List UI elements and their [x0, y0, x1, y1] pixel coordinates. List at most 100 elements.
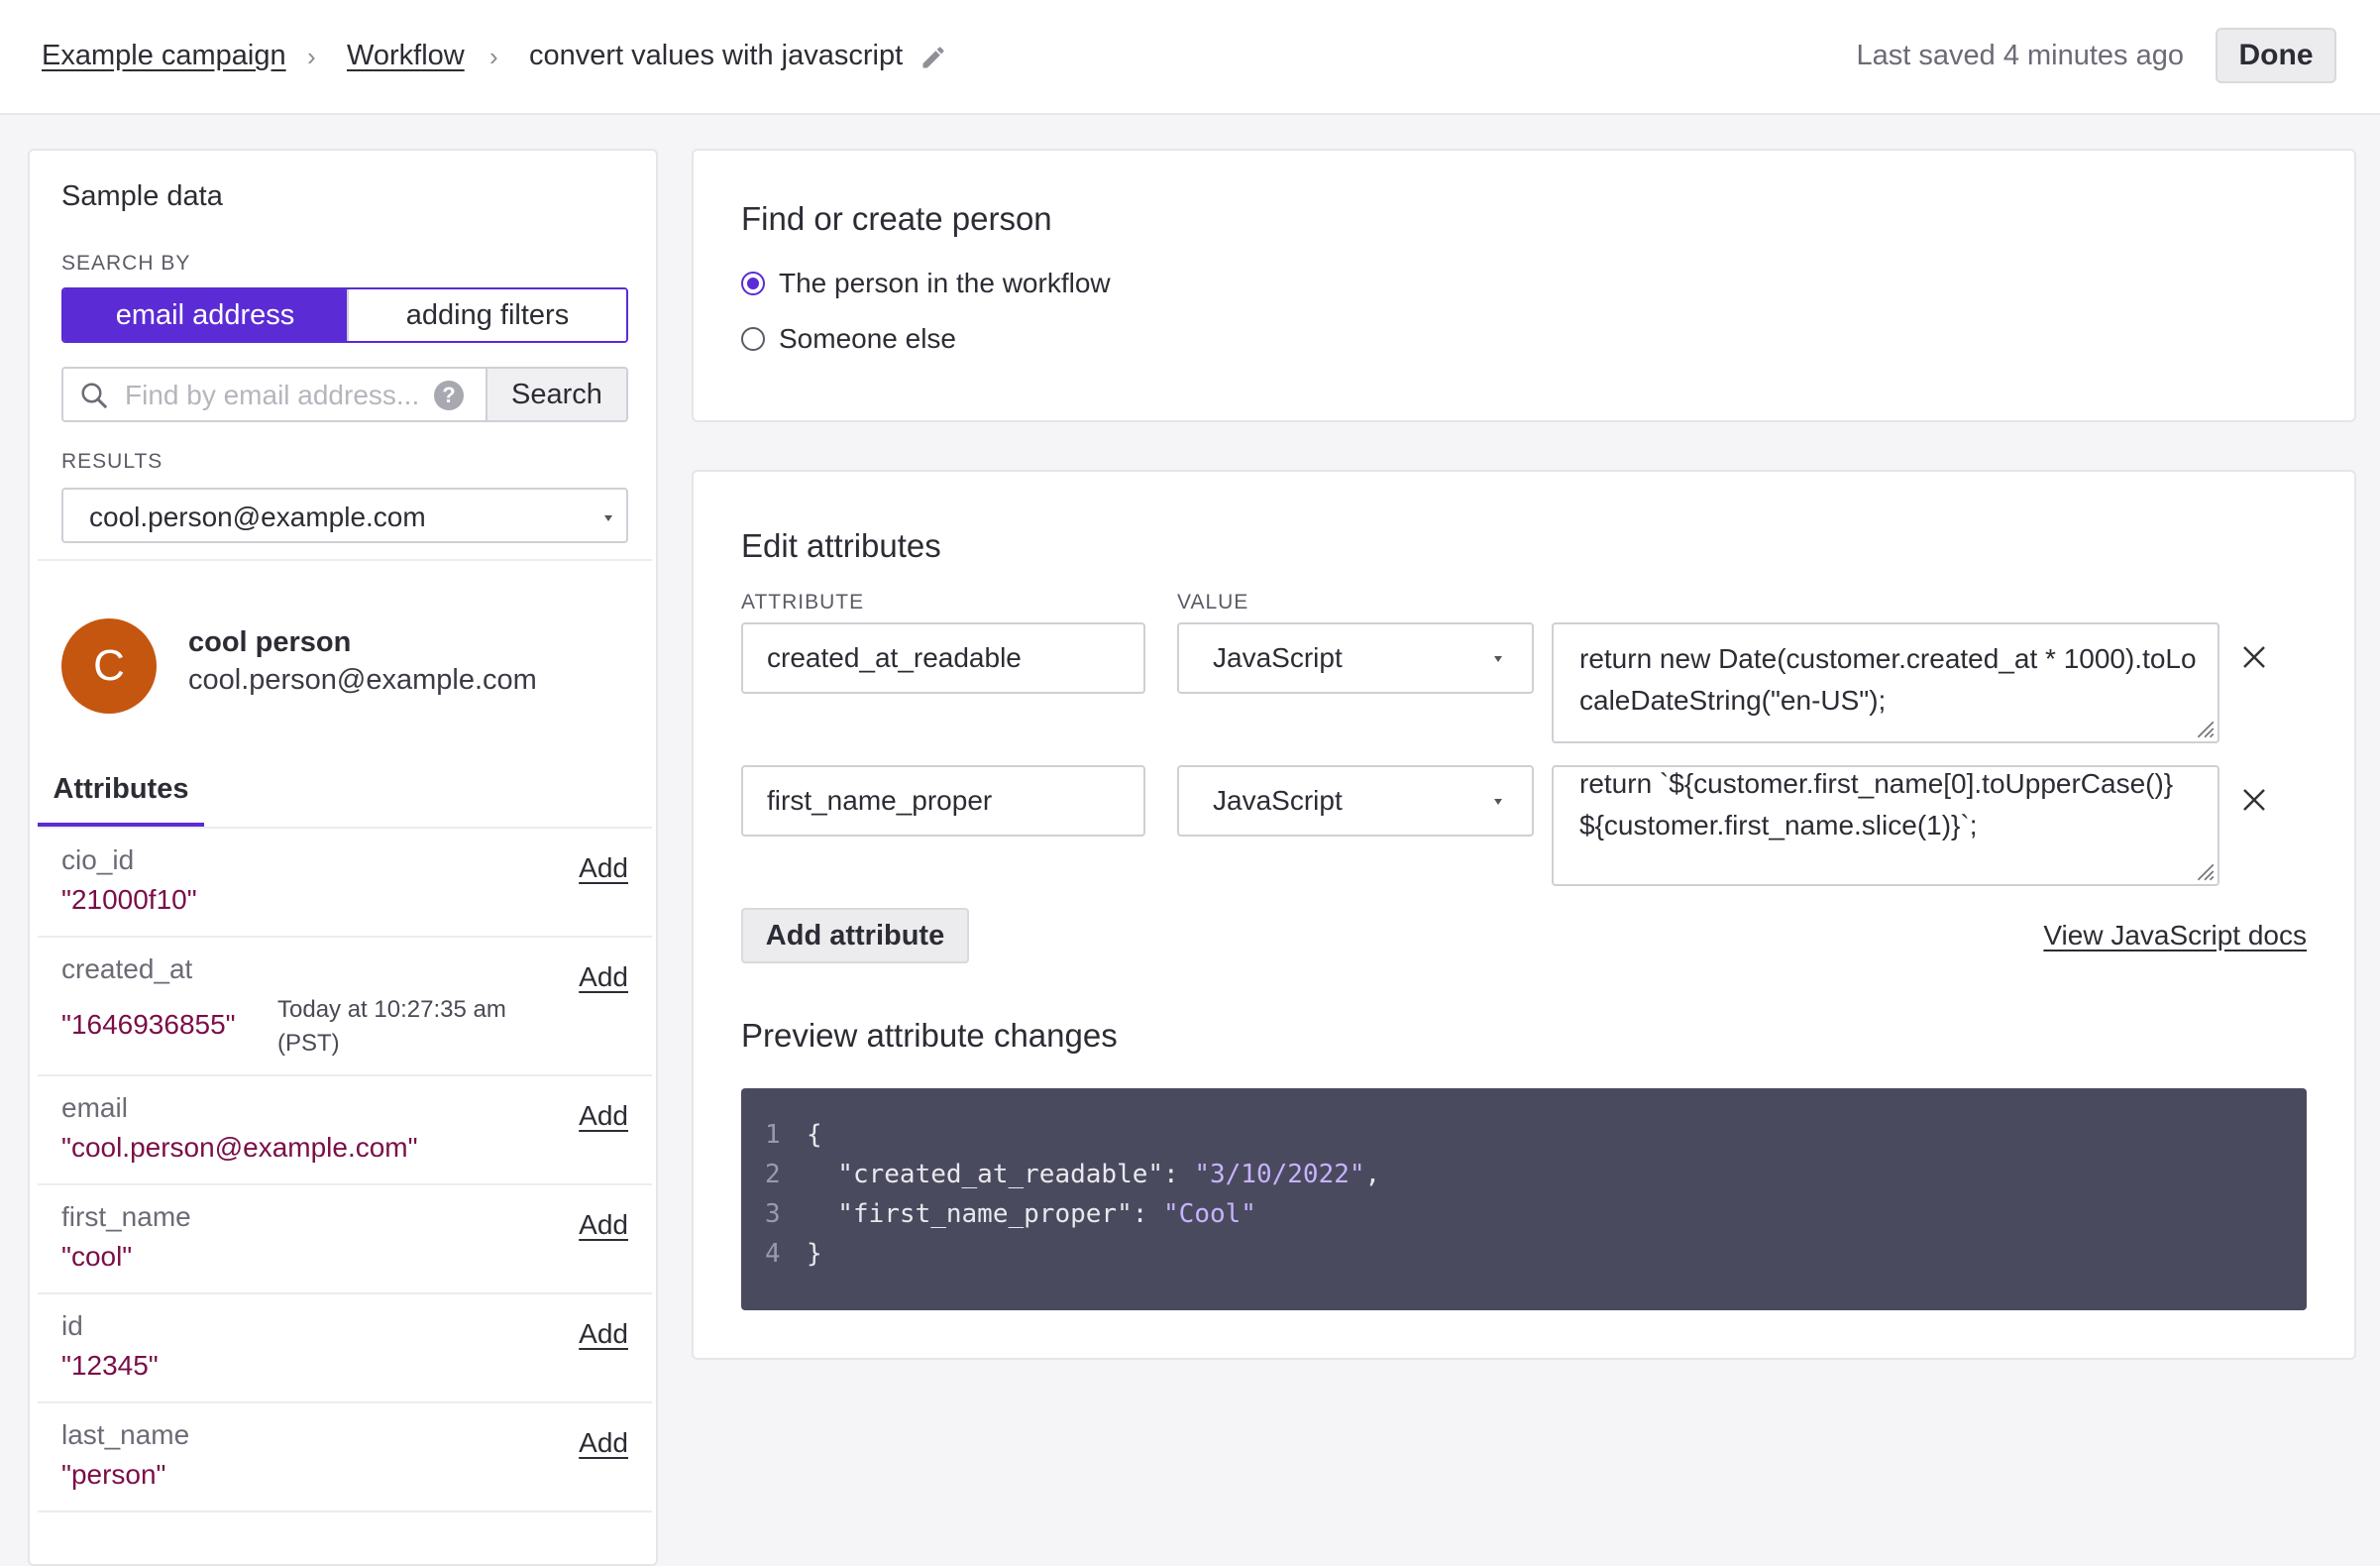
attribute-name-input[interactable]: first_name_proper — [741, 765, 1145, 837]
value-type-selected: JavaScript — [1213, 642, 1343, 673]
person-email: cool.person@example.com — [188, 664, 537, 696]
remove-attribute-icon[interactable] — [2239, 642, 2269, 672]
radio-label: The person in the workflow — [779, 268, 1111, 298]
sample-data-panel: Sample data SEARCH BY email address addi… — [28, 149, 658, 1566]
preview-code-block: 1{ 2 "created_at_readable": "3/10/2022",… — [741, 1088, 2307, 1310]
value-type-select[interactable]: JavaScript — [1177, 622, 1534, 694]
chevron-down-icon — [604, 515, 612, 521]
line-number: 3 — [765, 1199, 781, 1229]
attribute-key: first_name — [61, 1201, 191, 1232]
chevron-down-icon — [1494, 656, 1502, 662]
code-line: 2 "created_at_readable": "3/10/2022", — [765, 1160, 1380, 1189]
view-javascript-docs-link[interactable]: View JavaScript docs — [2043, 920, 2307, 951]
timestamp-readable-note: Today at 10:27:35 am (PST) — [277, 996, 506, 1057]
code-line: 3 "first_name_proper": "Cool" — [765, 1199, 1256, 1229]
add-attribute-button[interactable]: Add attribute — [741, 908, 969, 963]
last-saved-status: Last saved 4 minutes ago — [1856, 40, 2184, 71]
attribute-key: last_name — [61, 1419, 190, 1450]
results-label: RESULTS — [61, 450, 163, 473]
code-string: "Cool" — [1163, 1199, 1256, 1229]
line-number: 4 — [765, 1239, 781, 1269]
code-token: { — [807, 1120, 822, 1150]
code-line: 4} — [765, 1239, 822, 1269]
attribute-name-value: created_at_readable — [767, 642, 1022, 673]
divider — [38, 559, 652, 561]
javascript-code-input[interactable]: return `${customer.first_name[0].toUpper… — [1552, 765, 2219, 886]
radio-someone-else[interactable] — [741, 327, 765, 351]
radio-person-in-workflow[interactable] — [741, 272, 765, 295]
search-mode-toggle: email address adding filters — [61, 287, 628, 343]
add-attribute-link[interactable]: Add — [579, 961, 628, 993]
breadcrumb-workflow-link[interactable]: Workflow — [347, 40, 465, 72]
code-string: "3/10/2022" — [1194, 1160, 1365, 1189]
add-attribute-link[interactable]: Add — [579, 852, 628, 884]
attribute-row-first-name: first_name "cool" Add — [38, 1185, 652, 1294]
edit-attributes-card: Edit attributes ATTRIBUTE VALUE created_… — [692, 470, 2356, 1360]
code-key: "first_name_proper": — [807, 1199, 1164, 1229]
add-attribute-link[interactable]: Add — [579, 1209, 628, 1241]
code-token: } — [807, 1239, 822, 1269]
javascript-code-input[interactable]: return new Date(customer.created_at * 10… — [1552, 622, 2219, 743]
code-line: 1{ — [765, 1120, 822, 1150]
segment-adding-filters[interactable]: adding filters — [347, 289, 626, 341]
done-button[interactable]: Done — [2216, 28, 2336, 83]
sample-data-title: Sample data — [61, 180, 223, 212]
search-button[interactable]: Search — [486, 367, 628, 422]
attribute-value: "cool.person@example.com" — [61, 1132, 418, 1163]
search-field: ? — [61, 367, 487, 422]
attribute-row-created-at: created_at "1646936855" Today at 10:27:3… — [38, 938, 652, 1076]
avatar: C — [61, 618, 157, 714]
attribute-row-email: email "cool.person@example.com" Add — [38, 1076, 652, 1185]
attribute-key: id — [61, 1310, 83, 1341]
breadcrumb-current-action: convert values with javascript — [529, 40, 904, 71]
attribute-value: "12345" — [61, 1350, 159, 1381]
javascript-code-text: return `${customer.first_name[0].toUpper… — [1579, 768, 2174, 840]
breadcrumb-campaign-link[interactable]: Example campaign — [42, 40, 286, 72]
code-key: "created_at_readable": — [807, 1160, 1195, 1189]
add-attribute-link[interactable]: Add — [579, 1318, 628, 1350]
breadcrumb-separator: › — [489, 42, 498, 71]
find-person-card: Find or create person The person in the … — [692, 149, 2356, 422]
preview-title: Preview attribute changes — [741, 1017, 1118, 1054]
line-number: 1 — [765, 1120, 781, 1150]
tab-attributes[interactable]: Attributes — [38, 773, 204, 827]
results-select[interactable]: cool.person@example.com — [61, 488, 628, 543]
line-number: 2 — [765, 1160, 781, 1189]
value-type-select[interactable]: JavaScript — [1177, 765, 1534, 837]
edit-attributes-title: Edit attributes — [741, 527, 941, 564]
attribute-value: "1646936855" — [61, 1009, 236, 1040]
value-column-label: VALUE — [1177, 591, 1249, 614]
add-attribute-link[interactable]: Add — [579, 1427, 628, 1459]
segment-email-address[interactable]: email address — [63, 289, 347, 341]
attribute-row-id: id "12345" Add — [38, 1294, 652, 1403]
attribute-column-label: ATTRIBUTE — [741, 591, 865, 614]
chevron-down-icon — [1494, 799, 1502, 805]
add-attribute-link[interactable]: Add — [579, 1100, 628, 1132]
attribute-name-value: first_name_proper — [767, 785, 993, 816]
resize-handle-icon[interactable] — [2194, 860, 2216, 882]
attribute-row-cio-id: cio_id "21000f10" Add — [38, 829, 652, 938]
top-bar: Example campaign › Workflow › convert va… — [0, 0, 2380, 115]
search-icon — [81, 383, 107, 408]
attribute-key: email — [61, 1092, 128, 1123]
attribute-key: created_at — [61, 953, 193, 984]
person-name: cool person — [188, 626, 352, 658]
value-type-selected: JavaScript — [1213, 785, 1343, 816]
attribute-value: "cool" — [61, 1241, 133, 1272]
pencil-edit-icon[interactable] — [920, 44, 947, 71]
resize-handle-icon[interactable] — [2194, 718, 2216, 739]
radio-label: Someone else — [779, 323, 957, 354]
search-by-label: SEARCH BY — [61, 252, 191, 275]
remove-attribute-icon[interactable] — [2239, 785, 2269, 815]
email-search-input[interactable] — [125, 377, 422, 414]
attribute-key: cio_id — [61, 844, 135, 875]
code-token: , — [1364, 1160, 1381, 1189]
attribute-value: "person" — [61, 1459, 166, 1490]
javascript-code-text: return new Date(customer.created_at * 10… — [1579, 643, 2197, 716]
attribute-name-input[interactable]: created_at_readable — [741, 622, 1145, 694]
attribute-value: "21000f10" — [61, 884, 197, 915]
find-person-title: Find or create person — [741, 200, 1052, 237]
breadcrumb-separator: › — [307, 42, 316, 71]
help-icon[interactable]: ? — [434, 381, 464, 410]
results-selected-value: cool.person@example.com — [89, 502, 426, 532]
